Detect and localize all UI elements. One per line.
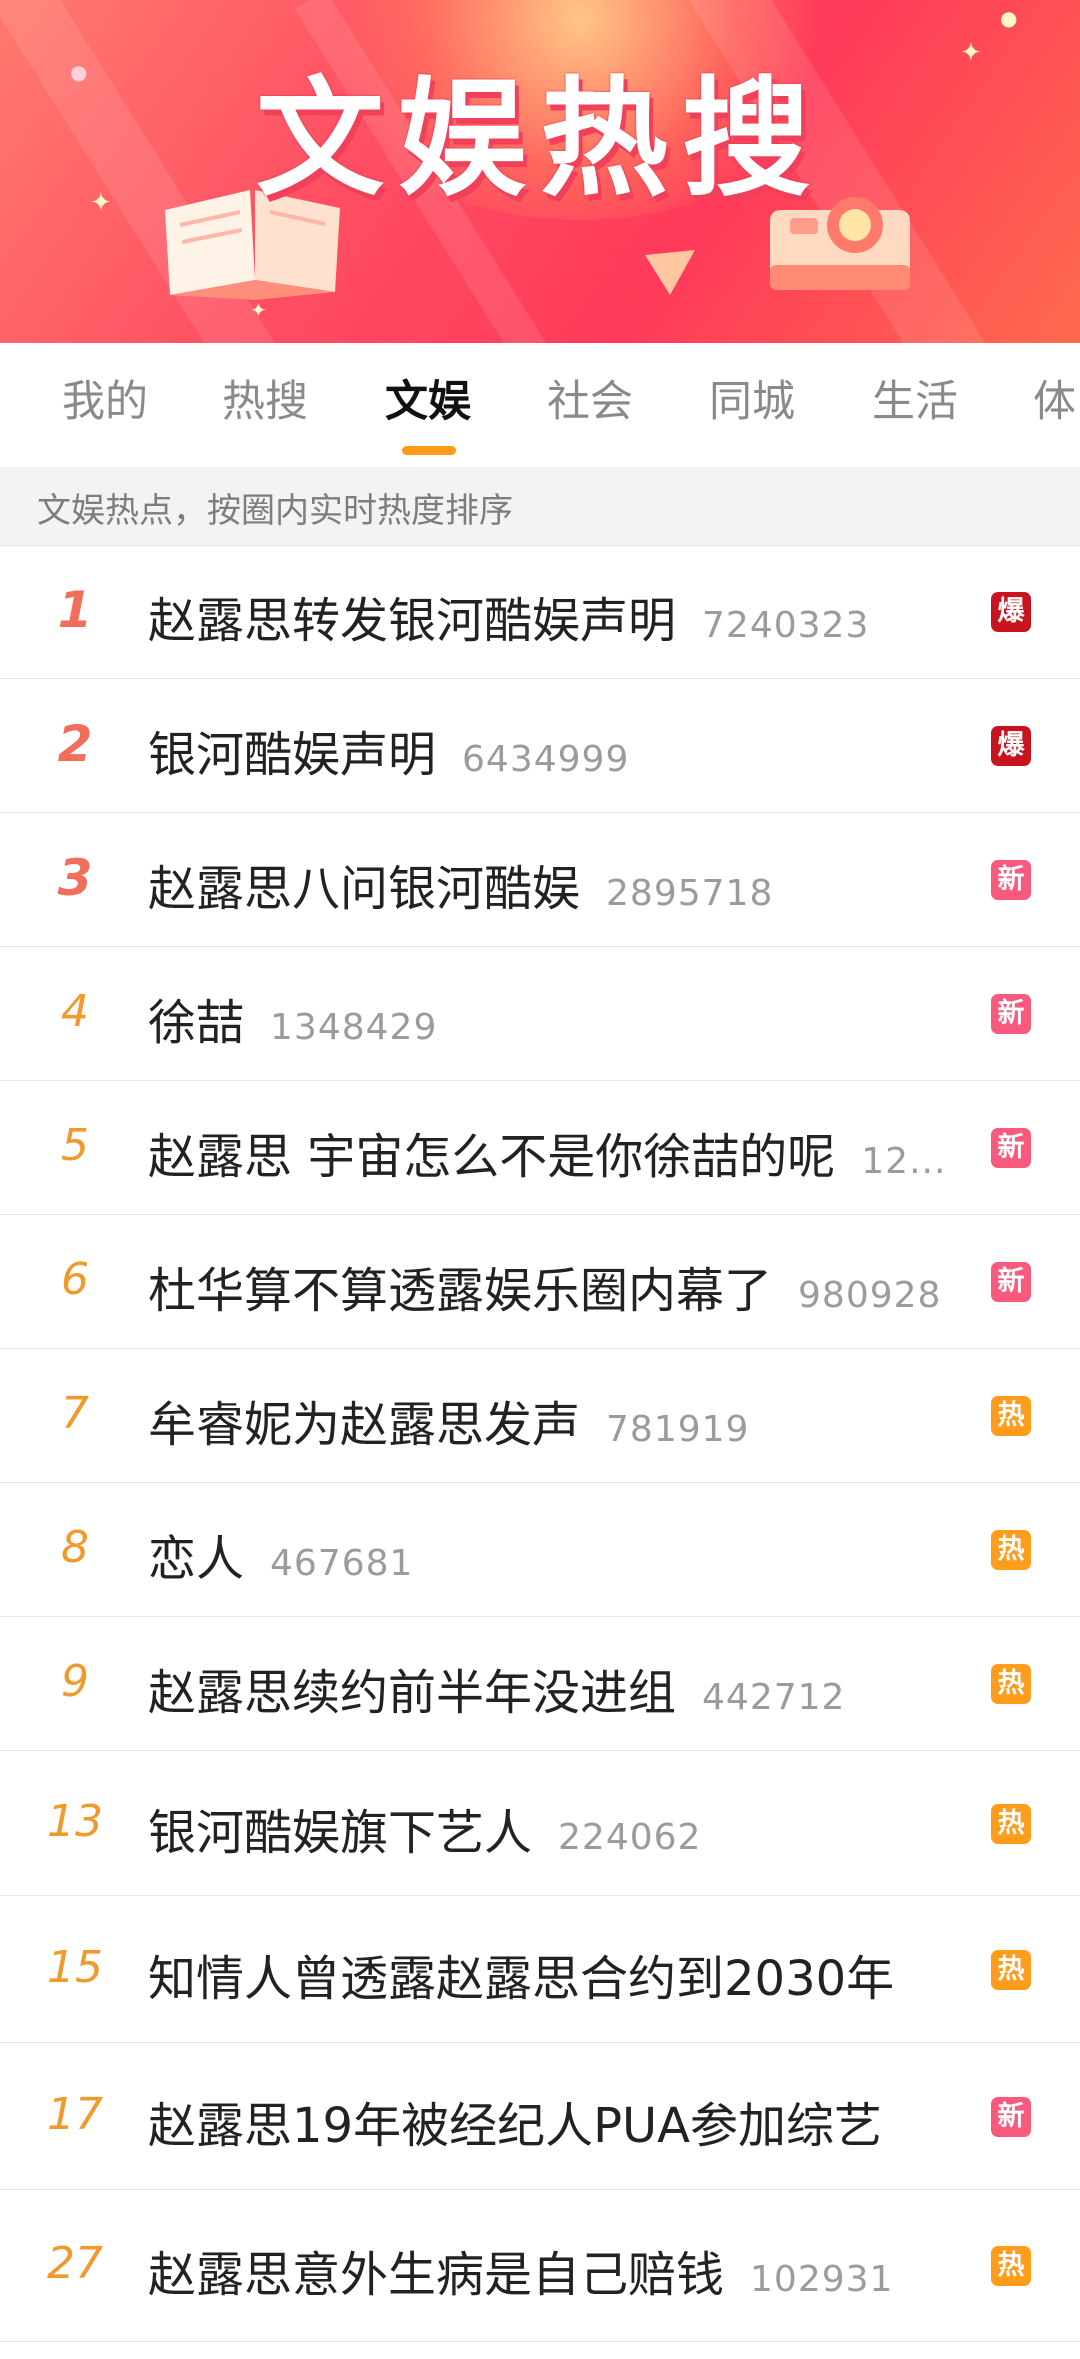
- item-heat-count: 102931: [750, 2259, 894, 2300]
- item-status-badge: 爆: [991, 592, 1031, 632]
- category-tabs: 我的 热搜 文娱 社会 同城 生活 体: [0, 343, 1080, 468]
- item-title: 徐喆: [148, 995, 245, 1051]
- item-title-line: 银河酷娱声明 6434999: [148, 715, 629, 785]
- hot-search-list: 1 赵露思转发银河酷娱声明 7240323 爆 2 银河酷娱声明 6434999 爆 3 赵露思八…: [0, 545, 1080, 2342]
- banner-title: 文娱热搜: [255, 65, 824, 214]
- item-heat-count: 12...: [861, 1141, 947, 1182]
- item-title: 赵露思续约前半年没进组: [148, 1665, 677, 1721]
- item-status-badge: 新: [991, 860, 1031, 900]
- item-heat-count: 224062: [558, 1816, 702, 1858]
- tab-life[interactable]: 生活: [872, 375, 958, 431]
- item-title-line: 徐喆 1348429: [148, 983, 437, 1053]
- item-title-line: 赵露思续约前半年没进组 442712: [148, 1653, 845, 1723]
- tab-hot-search[interactable]: 热搜: [222, 375, 308, 431]
- item-title: 恋人: [148, 1531, 245, 1587]
- item-rank: 27: [47, 2238, 103, 2289]
- item-title: 赵露思转发银河酷娱声明: [148, 593, 677, 649]
- item-status-badge: 新: [991, 1262, 1031, 1302]
- item-title: 牟睿妮为赵露思发声: [148, 1397, 581, 1453]
- hot-search-item[interactable]: 9 赵露思续约前半年没进组 442712 热: [0, 1617, 1080, 1751]
- tab-society[interactable]: 社会: [547, 375, 633, 431]
- list-description: 文娱热点，按圈内实时热度排序: [0, 467, 1080, 546]
- item-title: 赵露思八问银河酷娱: [148, 861, 581, 917]
- item-title-line: 赵露思转发银河酷娱声明 7240323: [148, 581, 869, 651]
- item-title-line: 杜华算不算透露娱乐圈内幕了 980928: [148, 1251, 941, 1321]
- item-rank: 2: [57, 715, 93, 773]
- sparkle-icon: ✦: [250, 298, 267, 322]
- item-rank: 9: [61, 1656, 89, 1707]
- item-title: 杜华算不算透露娱乐圈内幕了: [148, 1263, 773, 1319]
- hot-search-item[interactable]: 8 恋人 467681 热: [0, 1483, 1080, 1617]
- item-heat-count: 467681: [270, 1543, 414, 1584]
- item-status-badge: 热: [991, 2246, 1031, 2286]
- item-title: 赵露思意外生病是自己赔钱: [148, 2247, 725, 2303]
- hot-search-item[interactable]: 2 银河酷娱声明 6434999 爆: [0, 679, 1080, 813]
- item-rank: 1: [57, 581, 93, 639]
- item-status-badge: 新: [991, 1128, 1031, 1168]
- item-heat-count: 7240323: [702, 605, 870, 646]
- item-status-badge: 热: [991, 1664, 1031, 1704]
- item-rank: 3: [57, 849, 93, 907]
- item-status-badge: 新: [991, 994, 1031, 1034]
- item-heat-count: 2895718: [606, 873, 774, 914]
- hot-search-item[interactable]: 4 徐喆 1348429 新: [0, 947, 1080, 1081]
- tab-local[interactable]: 同城: [709, 375, 795, 431]
- hot-search-item[interactable]: 15 知情人曾透露赵露思合约到2030年 热: [0, 1896, 1080, 2043]
- item-rank: 7: [61, 1388, 89, 1439]
- item-title-line: 银河酷娱旗下艺人 224062: [148, 1793, 701, 1863]
- banner: ✦ ✦ ● ● ✦ 文娱热搜: [0, 0, 1080, 343]
- item-title: 银河酷娱声明: [148, 727, 437, 783]
- item-title-line: 赵露思19年被经纪人PUA参加综艺: [148, 2086, 882, 2156]
- list-description-text: 文娱热点，按圈内实时热度排序: [37, 491, 513, 531]
- active-tab-indicator: [402, 446, 456, 455]
- item-heat-count: 1348429: [270, 1007, 438, 1048]
- triangle-decoration: [645, 250, 695, 295]
- item-title-line: 牟睿妮为赵露思发声 781919: [148, 1385, 749, 1455]
- hot-search-item[interactable]: 7 牟睿妮为赵露思发声 781919 热: [0, 1349, 1080, 1483]
- item-rank: 8: [61, 1522, 89, 1573]
- item-title-line: 恋人 467681: [148, 1519, 413, 1589]
- hot-search-item[interactable]: 17 赵露思19年被经纪人PUA参加综艺 新: [0, 2043, 1080, 2190]
- hot-search-item[interactable]: 6 杜华算不算透露娱乐圈内幕了 980928 新: [0, 1215, 1080, 1349]
- item-title: 知情人曾透露赵露思合约到2030年: [148, 1950, 895, 2007]
- item-rank: 15: [47, 1941, 103, 1993]
- hot-search-item[interactable]: 3 赵露思八问银河酷娱 2895718 新: [0, 813, 1080, 947]
- sparkle-icon: ●: [1000, 6, 1018, 30]
- item-heat-count: 6434999: [462, 739, 630, 780]
- item-status-badge: 热: [991, 1396, 1031, 1436]
- item-title-line: 赵露思意外生病是自己赔钱 102931: [148, 2235, 893, 2305]
- item-rank: 17: [47, 2088, 103, 2140]
- item-status-badge: 热: [991, 1949, 1031, 1990]
- item-status-badge: 新: [991, 2096, 1031, 2137]
- item-rank: 4: [61, 986, 89, 1037]
- item-title-line: 赵露思八问银河酷娱 2895718: [148, 849, 773, 919]
- item-status-badge: 热: [991, 1530, 1031, 1570]
- item-status-badge: 热: [991, 1803, 1031, 1844]
- item-rank: 13: [47, 1795, 103, 1847]
- item-status-badge: 爆: [991, 726, 1031, 766]
- hot-search-item[interactable]: 1 赵露思转发银河酷娱声明 7240323 爆: [0, 545, 1080, 679]
- hot-search-item[interactable]: 13 银河酷娱旗下艺人 224062 热: [0, 1751, 1080, 1896]
- item-heat-count: 781919: [606, 1409, 750, 1450]
- item-heat-count: 980928: [798, 1275, 942, 1316]
- tab-mine[interactable]: 我的: [62, 375, 148, 431]
- tab-entertainment[interactable]: 文娱: [385, 375, 471, 431]
- item-heat-count: 442712: [702, 1677, 846, 1718]
- item-title-line: 知情人曾透露赵露思合约到2030年: [148, 1939, 894, 2009]
- hot-search-item[interactable]: 27 赵露思意外生病是自己赔钱 102931 热: [0, 2190, 1080, 2342]
- item-title: 赵露思 宇宙怎么不是你徐喆的呢: [148, 1129, 836, 1185]
- hot-search-item[interactable]: 5 赵露思 宇宙怎么不是你徐喆的呢 12... 新: [0, 1081, 1080, 1215]
- item-rank: 5: [61, 1120, 89, 1171]
- item-rank: 6: [61, 1254, 89, 1305]
- item-title-line: 赵露思 宇宙怎么不是你徐喆的呢 12...: [148, 1117, 946, 1187]
- item-title: 银河酷娱旗下艺人: [148, 1804, 533, 1861]
- item-title: 赵露思19年被经纪人PUA参加综艺: [148, 2097, 882, 2154]
- tab-sports[interactable]: 体: [1033, 375, 1076, 431]
